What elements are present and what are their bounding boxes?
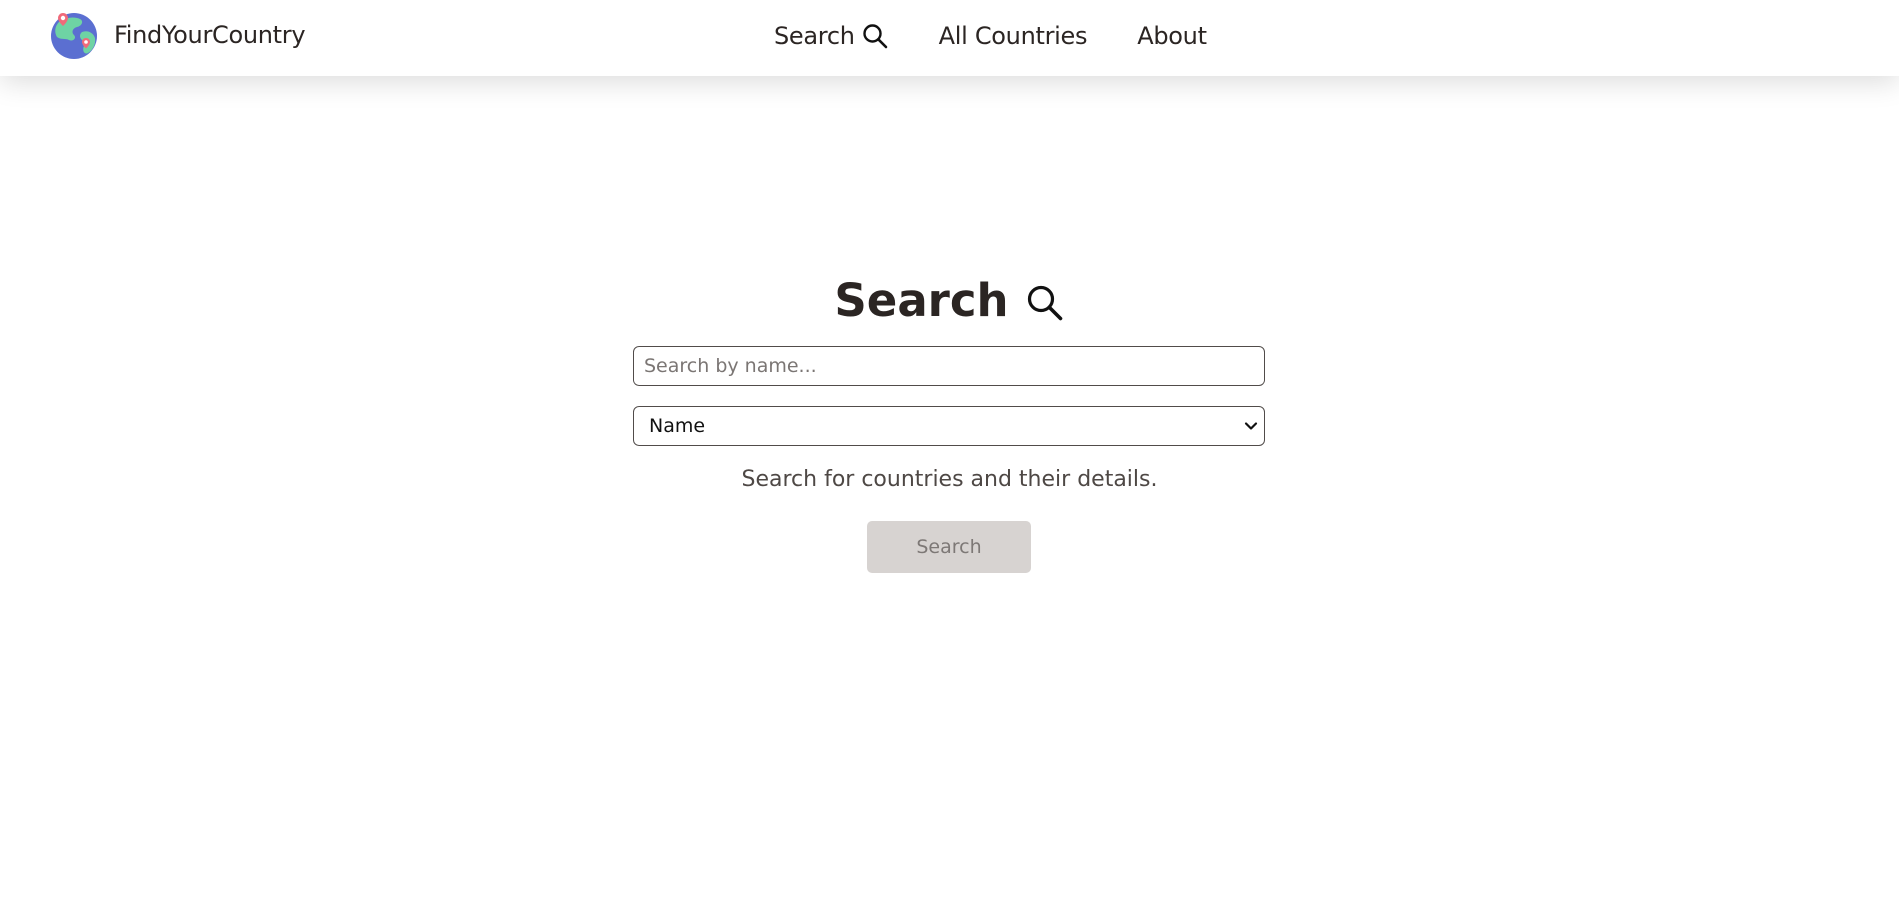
- globe-with-pins-icon: [51, 12, 97, 59]
- nav-about-link[interactable]: About: [1137, 22, 1207, 50]
- search-by-select[interactable]: Name: [633, 406, 1265, 446]
- search-page: Search Name Search for countries and the…: [0, 76, 1899, 917]
- search-icon: [862, 24, 887, 49]
- nav-search-label: Search: [774, 22, 855, 50]
- top-navbar: FindYourCountry Search All Countries Abo…: [0, 0, 1899, 76]
- main-nav: Search All Countries About: [774, 0, 1207, 72]
- chevron-down-icon: [1244, 422, 1258, 430]
- search-input[interactable]: [633, 346, 1265, 386]
- page-title: Search: [834, 274, 1009, 327]
- helper-text: Search for countries and their details.: [741, 467, 1158, 492]
- nav-all-countries-link[interactable]: All Countries: [939, 22, 1088, 50]
- brand-name: FindYourCountry: [114, 20, 306, 49]
- search-icon: [1027, 285, 1062, 320]
- page-heading: Search: [0, 274, 1899, 327]
- search-submit-button[interactable]: Search: [867, 521, 1031, 573]
- nav-search-link[interactable]: Search: [774, 22, 889, 50]
- select-selected-value: Name: [649, 415, 706, 437]
- brand-home-link[interactable]: FindYourCountry: [49, 9, 306, 60]
